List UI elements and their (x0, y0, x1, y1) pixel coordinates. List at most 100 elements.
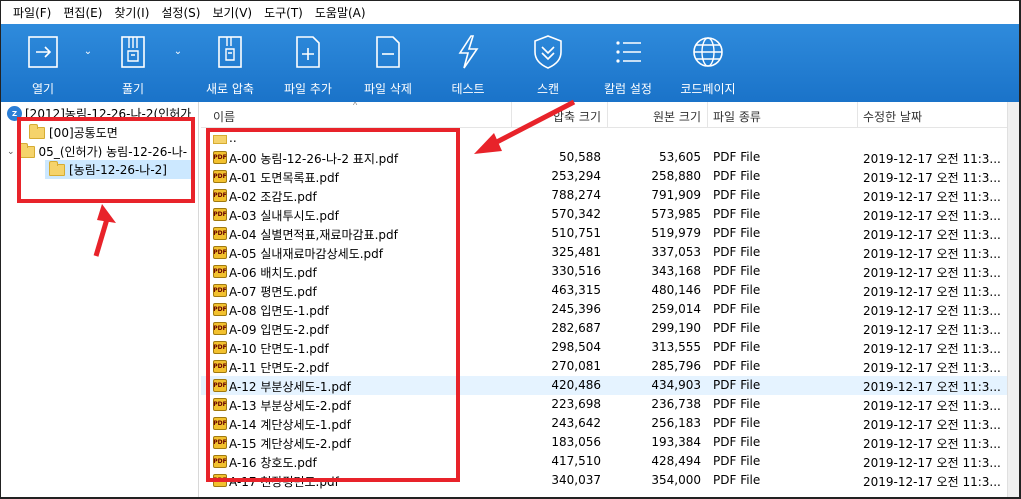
modified-date: 2019-12-17 오전 11:3... (863, 475, 1001, 489)
compressed-size: 417,510 (551, 454, 601, 468)
file-type: PDF File (713, 264, 761, 278)
file-type: PDF File (713, 435, 761, 449)
file-type: PDF File (713, 188, 761, 202)
modified-date: 2019-12-17 오전 11:3... (863, 361, 1001, 375)
new-archive-button[interactable]: 새로 압축 (195, 24, 265, 102)
globe-icon (693, 37, 723, 67)
original-size: 337,053 (651, 245, 701, 259)
delete-file-label: 파일 삭제 (364, 82, 412, 96)
open-label: 열기 (31, 82, 55, 96)
modified-date: 2019-12-17 오전 11:3... (863, 380, 1001, 394)
modified-date: 2019-12-17 오전 11:3... (863, 304, 1001, 318)
annotation-box-tree (17, 117, 195, 203)
column-original-size[interactable]: 원본 크기 (653, 108, 701, 125)
file-type: PDF File (713, 150, 761, 164)
menu-settings[interactable]: 설정(S) (155, 4, 206, 21)
codepage-button[interactable]: 코드페이지 (673, 24, 743, 102)
extract-button[interactable]: 풀기 (105, 24, 161, 102)
original-size: 285,796 (651, 359, 701, 373)
file-type: PDF File (713, 302, 761, 316)
modified-date: 2019-12-17 오전 11:3... (863, 171, 1001, 185)
test-label: 테스트 (451, 82, 485, 96)
original-size: 193,384 (651, 435, 701, 449)
annotation-box-files (206, 128, 460, 482)
file-type: PDF File (713, 283, 761, 297)
delete-file-icon (376, 36, 400, 68)
columns-icon (616, 41, 641, 63)
compressed-size: 510,751 (551, 226, 601, 240)
file-type: PDF File (713, 378, 761, 392)
file-type: PDF File (713, 169, 761, 183)
scan-label: 스캔 (536, 82, 560, 96)
modified-date: 2019-12-17 오전 11:3... (863, 190, 1001, 204)
compressed-size: 420,486 (551, 378, 601, 392)
compressed-size: 243,642 (551, 416, 601, 430)
compressed-size: 270,081 (551, 359, 601, 373)
menu-edit[interactable]: 편집(E) (57, 4, 108, 21)
open-icon (28, 36, 58, 68)
extract-dropdown-arrow[interactable]: ⌄ (171, 24, 185, 64)
file-type: PDF File (713, 207, 761, 221)
file-type: PDF File (713, 473, 761, 487)
original-size: 258,880 (651, 169, 701, 183)
extract-icon (121, 36, 145, 68)
modified-date: 2019-12-17 오전 11:3... (863, 266, 1001, 280)
add-file-icon (296, 36, 320, 68)
menu-help[interactable]: 도움말(A) (309, 4, 372, 21)
modified-date: 2019-12-17 오전 11:3... (863, 247, 1001, 261)
file-type: PDF File (713, 321, 761, 335)
compressed-size: 282,687 (551, 321, 601, 335)
codepage-label: 코드페이지 (680, 82, 736, 96)
modified-date: 2019-12-17 오전 11:3... (863, 437, 1001, 451)
modified-date: 2019-12-17 오전 11:3... (863, 342, 1001, 356)
original-size: 354,000 (651, 473, 701, 487)
scan-button[interactable]: 스캔 (513, 24, 583, 102)
modified-date: 2019-12-17 오전 11:3... (863, 228, 1001, 242)
file-type: PDF File (713, 454, 761, 468)
add-file-label: 파일 추가 (284, 82, 332, 96)
toolbar: 열기 ⌄ 풀기 ⌄ 새로 압축 파일 추가 파일 삭제 테스트 스캔 칼럼 설정… (1, 24, 1019, 102)
menu-file[interactable]: 파일(F) (7, 4, 57, 21)
original-size: 259,014 (651, 302, 701, 316)
modified-date: 2019-12-17 오전 11:3... (863, 285, 1001, 299)
column-compressed-size[interactable]: 압축 크기 (553, 108, 601, 125)
compressed-size: 223,698 (551, 397, 601, 411)
compressed-size: 245,396 (551, 302, 601, 316)
test-button[interactable]: 테스트 (433, 24, 503, 102)
chevron-down-icon: ⌄ (83, 46, 93, 57)
file-type: PDF File (713, 226, 761, 240)
new-archive-icon (218, 36, 242, 68)
compressed-size: 253,294 (551, 169, 601, 183)
modified-date: 2019-12-17 오전 11:3... (863, 456, 1001, 470)
original-size: 256,183 (651, 416, 701, 430)
original-size: 236,738 (651, 397, 701, 411)
delete-file-button[interactable]: 파일 삭제 (353, 24, 423, 102)
original-size: 299,190 (651, 321, 701, 335)
compressed-size: 340,037 (551, 473, 601, 487)
expand-chevron-icon[interactable]: ⌄ (7, 147, 15, 157)
column-settings-button[interactable]: 칼럼 설정 (593, 24, 663, 102)
column-file-type[interactable]: 파일 종류 (713, 108, 761, 125)
scan-shield-icon (534, 35, 562, 69)
compressed-size: 298,504 (551, 340, 601, 354)
column-header: 이름 ^ 압축 크기 원본 크기 파일 종류 수정한 날짜 (201, 102, 1007, 128)
menu-tools[interactable]: 도구(T) (258, 4, 309, 21)
file-type: PDF File (713, 397, 761, 411)
modified-date: 2019-12-17 오전 11:3... (863, 152, 1001, 166)
open-button[interactable]: 열기 (15, 24, 71, 102)
compressed-size: 183,056 (551, 435, 601, 449)
new-archive-label: 새로 압축 (206, 82, 254, 96)
add-file-button[interactable]: 파일 추가 (273, 24, 343, 102)
compressed-size: 463,315 (551, 283, 601, 297)
vertical-scrollbar[interactable] (1007, 102, 1019, 497)
column-modified-date[interactable]: 수정한 날짜 (863, 108, 922, 125)
modified-date: 2019-12-17 오전 11:3... (863, 418, 1001, 432)
menu-view[interactable]: 보기(V) (206, 4, 258, 21)
compressed-size: 50,588 (559, 150, 601, 164)
modified-date: 2019-12-17 오전 11:3... (863, 399, 1001, 413)
compressed-size: 570,342 (551, 207, 601, 221)
modified-date: 2019-12-17 오전 11:3... (863, 209, 1001, 223)
menu-find[interactable]: 찾기(I) (108, 4, 155, 21)
column-name[interactable]: 이름 (213, 108, 235, 125)
open-dropdown-arrow[interactable]: ⌄ (81, 24, 95, 64)
